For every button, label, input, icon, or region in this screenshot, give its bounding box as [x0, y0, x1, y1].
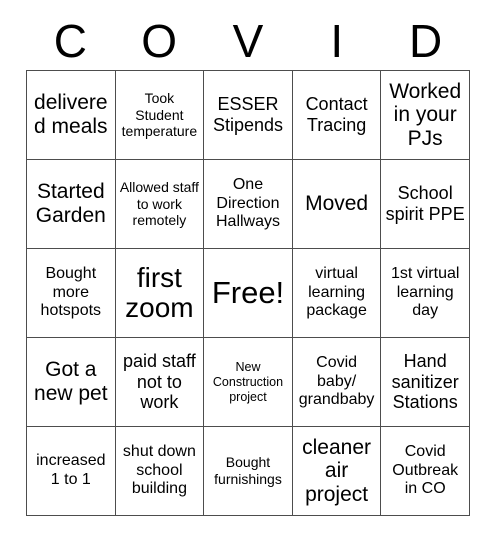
bingo-grid: delivered meals Took Student temperature E… [26, 70, 470, 516]
bingo-cell-label: Took Student temperature [121, 90, 198, 140]
bingo-cell[interactable]: Bought more hotspots [27, 249, 116, 338]
bingo-cell-label: Contact Tracing [305, 94, 368, 135]
bingo-cell[interactable]: increased 1 to 1 [27, 427, 116, 516]
bingo-cell[interactable]: first zoom [115, 249, 205, 338]
header-letter-d: D [408, 15, 443, 67]
bingo-cell-label: Free! [211, 275, 285, 311]
bingo-cell[interactable]: Hand sanitizer Stations [381, 338, 470, 427]
bingo-header-letters: C O V I D [26, 14, 470, 68]
bingo-cell-label: 1st virtual learning day [390, 265, 460, 320]
bingo-cell[interactable]: ESSER Stipends [204, 71, 293, 160]
bingo-cell[interactable]: Took Student temperature [115, 71, 205, 160]
bingo-cell[interactable]: New Construction project [204, 338, 293, 427]
bingo-cell-label: increased 1 to 1 [36, 452, 106, 488]
bingo-card: C O V I D delivered meals Took Student te… [0, 0, 500, 544]
bingo-cell[interactable]: Covid Outbreak in CO [381, 427, 470, 516]
bingo-cell-label: Started Garden [35, 180, 106, 227]
header-letter-c: C [53, 15, 88, 67]
bingo-cell-label: Worked in your PJs [389, 79, 462, 150]
bingo-cell-label: delivered meals [34, 91, 108, 138]
bingo-cell-label: Hand sanitizer Stations [391, 351, 459, 413]
bingo-cell-label: Bought more hotspots [40, 265, 102, 320]
bingo-cell-label: School spirit PPE [385, 183, 465, 224]
bingo-cell-label: paid staff not to work [123, 351, 196, 413]
header-letter-i: I [330, 15, 344, 67]
bingo-cell-free[interactable]: Free! [204, 249, 293, 338]
bingo-cell[interactable]: Got a new pet [27, 338, 116, 427]
bingo-cell-label: Covid Outbreak in CO [392, 443, 459, 498]
bingo-cell[interactable]: Bought furnishings [204, 427, 293, 516]
bingo-cell[interactable]: School spirit PPE [381, 160, 470, 249]
bingo-cell[interactable]: shut down school building [115, 427, 205, 516]
header-letter-v: V [232, 15, 264, 67]
bingo-cell[interactable]: delivered meals [27, 71, 116, 160]
bingo-cell[interactable]: Moved [292, 160, 382, 249]
bingo-cell-label: Moved [305, 192, 369, 216]
bingo-cell[interactable]: Covid baby/ grandbaby [292, 338, 382, 427]
bingo-cell[interactable]: Started Garden [27, 160, 116, 249]
bingo-cell-label: virtual learning package [306, 265, 367, 320]
bingo-cell[interactable]: cleaner air project [292, 427, 382, 516]
bingo-cell[interactable]: paid staff not to work [115, 338, 205, 427]
bingo-cell-label: Covid baby/ grandbaby [298, 354, 375, 409]
bingo-cell-label: Allowed staff to work remotely [119, 179, 199, 229]
bingo-cell-label: first zoom [125, 261, 194, 323]
bingo-cell[interactable]: Contact Tracing [292, 71, 382, 160]
bingo-cell[interactable]: virtual learning package [292, 249, 382, 338]
bingo-cell-label: ESSER Stipends [212, 94, 284, 135]
bingo-cell[interactable]: Worked in your PJs [381, 71, 470, 160]
bingo-cell-label: shut down school building [122, 443, 196, 498]
bingo-cell-label: New Construction project [212, 359, 284, 404]
bingo-cell[interactable]: Allowed staff to work remotely [115, 160, 205, 249]
bingo-cell[interactable]: One Direction Hallways [204, 160, 293, 249]
bingo-cell-label: One Direction Hallways [215, 176, 280, 231]
bingo-cell-label: Bought furnishings [214, 454, 282, 487]
header-letter-o: O [141, 15, 178, 67]
bingo-cell-label: cleaner air project [302, 435, 372, 506]
bingo-cell-label: Got a new pet [34, 358, 108, 405]
bingo-cell[interactable]: 1st virtual learning day [381, 249, 470, 338]
